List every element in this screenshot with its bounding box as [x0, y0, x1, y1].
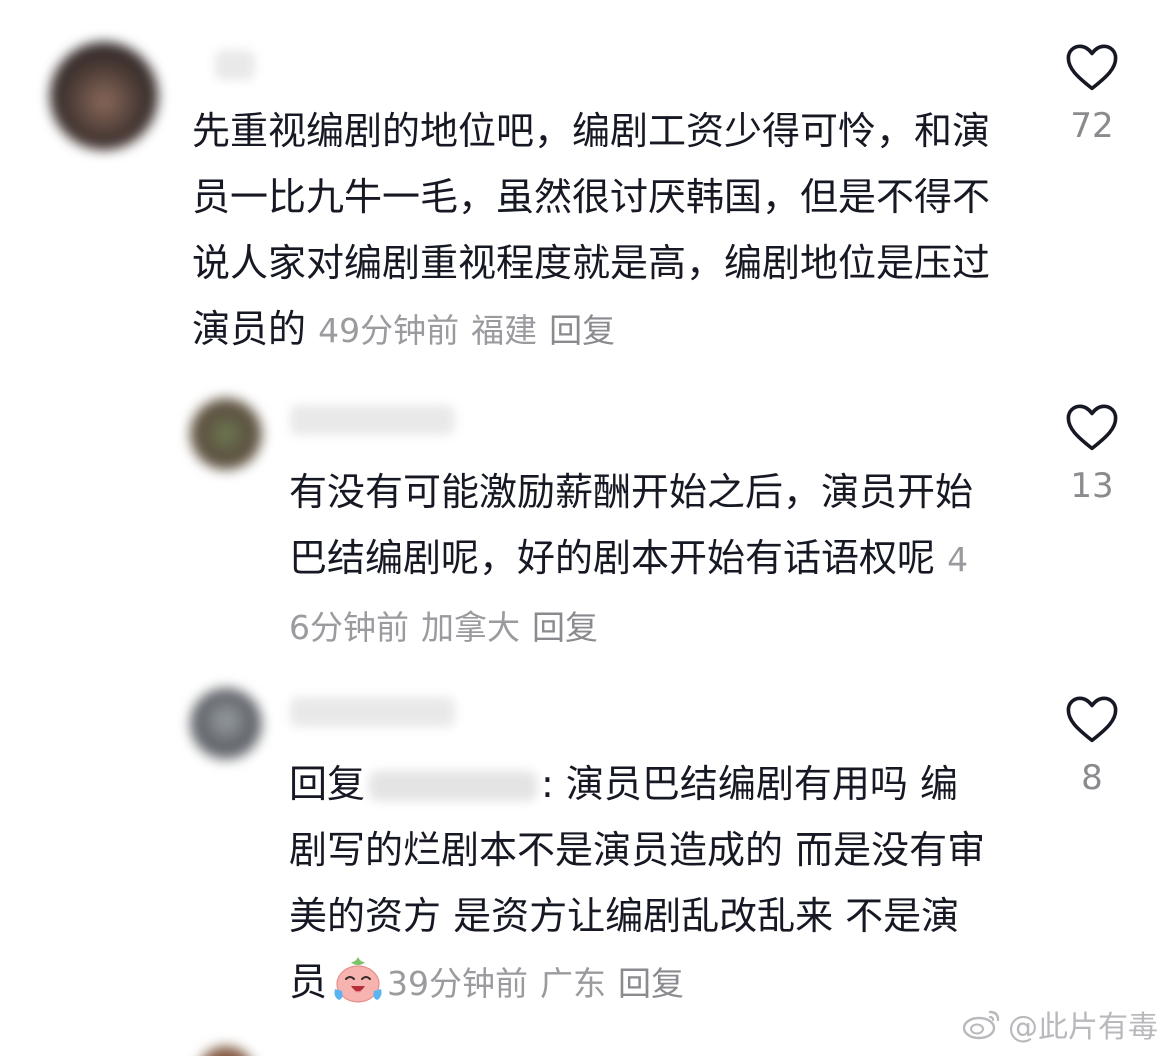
reply-button[interactable]: 回复: [532, 608, 598, 647]
reply-time: 39分钟前: [387, 964, 529, 1003]
reply-avatar[interactable]: [190, 688, 262, 760]
like-button[interactable]: 8: [1052, 694, 1132, 798]
heart-outline-icon: [1066, 44, 1118, 91]
like-count: 8: [1081, 758, 1103, 798]
heart-outline-icon: [1066, 696, 1118, 743]
crying-laughing-face-icon: [334, 957, 382, 1003]
watermark: @此片有毒: [962, 1002, 1158, 1046]
reply-button[interactable]: 回复: [549, 311, 615, 350]
like-count: 72: [1070, 106, 1114, 146]
like-count: 13: [1070, 466, 1114, 506]
comment-thread: 先重视编剧的地位吧，编剧工资少得可怜，和演员一比九牛一毛，虽然很讨厌韩国，但是不…: [0, 0, 1170, 1056]
reply-body: 有没有可能激励薪酬开始之后，演员开始巴结编剧呢，好的剧本开始有话语权呢 46分钟…: [289, 459, 979, 661]
comment-body: 先重视编剧的地位吧，编剧工资少得可怜，和演员一比九牛一毛，虽然很讨厌韩国，但是不…: [192, 98, 1012, 364]
like-button[interactable]: 72: [1052, 42, 1132, 146]
reply-location: 加拿大: [421, 608, 520, 647]
watermark-text: @此片有毒: [1008, 1010, 1158, 1045]
avatar[interactable]: [50, 42, 158, 150]
comment-location: 福建: [471, 311, 538, 350]
like-button[interactable]: 13: [1052, 402, 1132, 506]
reply-location: 广东: [540, 964, 607, 1003]
reply-username-blurred[interactable]: [290, 697, 455, 727]
reply-text: 有没有可能激励薪酬开始之后，演员开始巴结编剧呢，好的剧本开始有话语权呢: [289, 470, 974, 580]
reply-button[interactable]: 回复: [618, 964, 684, 1003]
mentioned-username-blurred[interactable]: [369, 771, 538, 801]
weibo-logo-icon: [962, 1010, 1000, 1040]
reply-body: 回复: 演员巴结编剧有用吗 编剧写的烂剧本不是演员造成的 而是没有审美的资方 是…: [289, 751, 989, 1017]
reply-avatar[interactable]: [190, 398, 262, 470]
username-blurred[interactable]: [215, 50, 255, 80]
next-comment-avatar[interactable]: [196, 1046, 256, 1056]
reply-username-blurred[interactable]: [290, 405, 455, 435]
reply-prefix: 回复: [289, 762, 366, 806]
heart-outline-icon: [1066, 404, 1118, 451]
comment-time: 49分钟前: [318, 311, 460, 350]
